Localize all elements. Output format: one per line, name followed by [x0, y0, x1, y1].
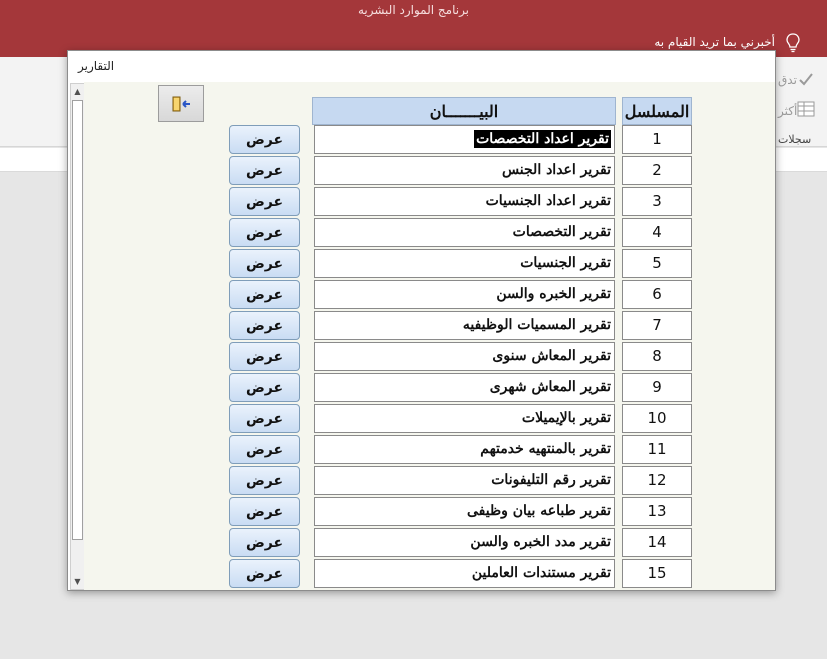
report-description-field[interactable]: تقرير المعاش شهرى — [314, 373, 615, 402]
report-description-field[interactable]: تقرير طباعه بيان وظيفى — [314, 497, 615, 526]
check-icon — [799, 73, 813, 86]
report-description-text: تقرير الجنسيات — [520, 255, 611, 271]
report-serial-field[interactable]: 1 — [622, 125, 692, 154]
dialog-title: التقارير — [78, 59, 115, 73]
report-description-text: تقرير المعاش سنوى — [492, 348, 611, 364]
report-serial-field[interactable]: 10 — [622, 404, 692, 433]
report-description-field[interactable]: تقرير اعداد الجنسيات — [314, 187, 615, 216]
report-row: عرض تقرير مدد الخبره والسن 14 — [0, 528, 827, 559]
report-row: عرض تقرير بالمنتهيه خدمتهم 11 — [0, 435, 827, 466]
view-report-button[interactable]: عرض — [229, 373, 300, 402]
view-report-button[interactable]: عرض — [229, 218, 300, 247]
view-report-button[interactable]: عرض — [229, 249, 300, 278]
report-row: عرض تقرير بالإيميلات 10 — [0, 404, 827, 435]
app-title: برنامج الموارد البشريه — [357, 3, 470, 17]
report-row: عرض تقرير طباعه بيان وظيفى 13 — [0, 497, 827, 528]
report-serial-field[interactable]: 4 — [622, 218, 692, 247]
report-serial-field[interactable]: 9 — [622, 373, 692, 402]
report-description-text: تقرير طباعه بيان وظيفى — [467, 503, 611, 519]
report-row: عرض تقرير الجنسيات 5 — [0, 249, 827, 280]
report-row: عرض تقرير المعاش شهرى 9 — [0, 373, 827, 404]
report-description-text: تقرير مستندات العاملين — [471, 565, 611, 581]
view-report-button[interactable]: عرض — [229, 559, 300, 588]
scroll-up-arrow-icon[interactable]: ▲ — [71, 84, 84, 99]
report-row: عرض تقرير رقم التليفونات 12 — [0, 466, 827, 497]
report-description-text: تقرير اعداد الجنسيات — [485, 193, 611, 209]
report-serial-field[interactable]: 8 — [622, 342, 692, 371]
report-description-field[interactable]: تقرير المعاش سنوى — [314, 342, 615, 371]
report-row: عرض تقرير المسميات الوظيفيه 7 — [0, 311, 827, 342]
report-serial-field[interactable]: 13 — [622, 497, 692, 526]
report-description-field[interactable]: تقرير الخبره والسن — [314, 280, 615, 309]
report-description-field[interactable]: تقرير مدد الخبره والسن — [314, 528, 615, 557]
report-description-field[interactable]: تقرير بالمنتهيه خدمتهم — [314, 435, 615, 464]
report-serial-field[interactable]: 2 — [622, 156, 692, 185]
report-description-field[interactable]: تقرير الجنسيات — [314, 249, 615, 278]
report-row: عرض تقرير مستندات العاملين 15 — [0, 559, 827, 590]
report-row: عرض تقرير التخصصات 4 — [0, 218, 827, 249]
report-description-field[interactable]: تقرير بالإيميلات — [314, 404, 615, 433]
view-report-button[interactable]: عرض — [229, 125, 300, 154]
view-report-button[interactable]: عرض — [229, 311, 300, 340]
lightbulb-icon — [786, 33, 800, 53]
view-report-button[interactable]: عرض — [229, 528, 300, 557]
report-description-text: تقرير بالإيميلات — [521, 410, 611, 426]
report-serial-field[interactable]: 11 — [622, 435, 692, 464]
report-description-text: تقرير الخبره والسن — [496, 286, 611, 302]
exit-button[interactable] — [158, 85, 204, 122]
report-description-field[interactable]: تقرير اعداد الجنس — [314, 156, 615, 185]
report-serial-field[interactable]: 5 — [622, 249, 692, 278]
report-row: عرض تقرير الخبره والسن 6 — [0, 280, 827, 311]
report-description-text: تقرير بالمنتهيه خدمتهم — [480, 441, 611, 457]
report-description-text: تقرير اعداد التخصصات — [474, 130, 611, 148]
report-row: عرض تقرير اعداد الجنسيات 3 — [0, 187, 827, 218]
view-report-button[interactable]: عرض — [229, 342, 300, 371]
view-report-button[interactable]: عرض — [229, 187, 300, 216]
table-icon — [797, 101, 815, 117]
report-serial-field[interactable]: 12 — [622, 466, 692, 495]
report-description-text: تقرير رقم التليفونات — [491, 472, 611, 488]
ribbon-more-fragment[interactable]: أكثر — [778, 104, 797, 118]
report-description-field[interactable]: تقرير اعداد التخصصات — [314, 125, 615, 154]
report-description-text: تقرير مدد الخبره والسن — [470, 534, 611, 550]
header-serial: المسلسل — [622, 97, 692, 125]
view-report-button[interactable]: عرض — [229, 435, 300, 464]
report-row: عرض تقرير اعداد التخصصات 1 — [0, 125, 827, 156]
report-serial-field[interactable]: 3 — [622, 187, 692, 216]
report-description-text: تقرير المسميات الوظيفيه — [462, 317, 611, 333]
view-report-button[interactable]: عرض — [229, 497, 300, 526]
tell-me-search[interactable]: أخبرني بما تريد القيام به — [654, 35, 775, 49]
report-description-field[interactable]: تقرير مستندات العاملين — [314, 559, 615, 588]
view-report-button[interactable]: عرض — [229, 466, 300, 495]
app-titlebar: برنامج الموارد البشريه أخبرني بما تريد ا… — [0, 0, 827, 57]
report-description-field[interactable]: تقرير المسميات الوظيفيه — [314, 311, 615, 340]
report-serial-field[interactable]: 14 — [622, 528, 692, 557]
report-description-field[interactable]: تقرير رقم التليفونات — [314, 466, 615, 495]
report-serial-field[interactable]: 6 — [622, 280, 692, 309]
ribbon-verify-fragment[interactable]: تدق — [778, 73, 797, 87]
view-report-button[interactable]: عرض — [229, 280, 300, 309]
report-description-text: تقرير المعاش شهرى — [489, 379, 611, 395]
report-row: عرض تقرير المعاش سنوى 8 — [0, 342, 827, 373]
report-description-text: تقرير التخصصات — [512, 224, 611, 240]
report-description-field[interactable]: تقرير التخصصات — [314, 218, 615, 247]
view-report-button[interactable]: عرض — [229, 156, 300, 185]
report-description-text: تقرير اعداد الجنس — [501, 162, 611, 178]
exit-door-icon — [172, 96, 190, 111]
view-report-button[interactable]: عرض — [229, 404, 300, 433]
report-serial-field[interactable]: 15 — [622, 559, 692, 588]
header-description: البيـــــــان — [312, 97, 616, 125]
report-row: عرض تقرير اعداد الجنس 2 — [0, 156, 827, 187]
report-serial-field[interactable]: 7 — [622, 311, 692, 340]
